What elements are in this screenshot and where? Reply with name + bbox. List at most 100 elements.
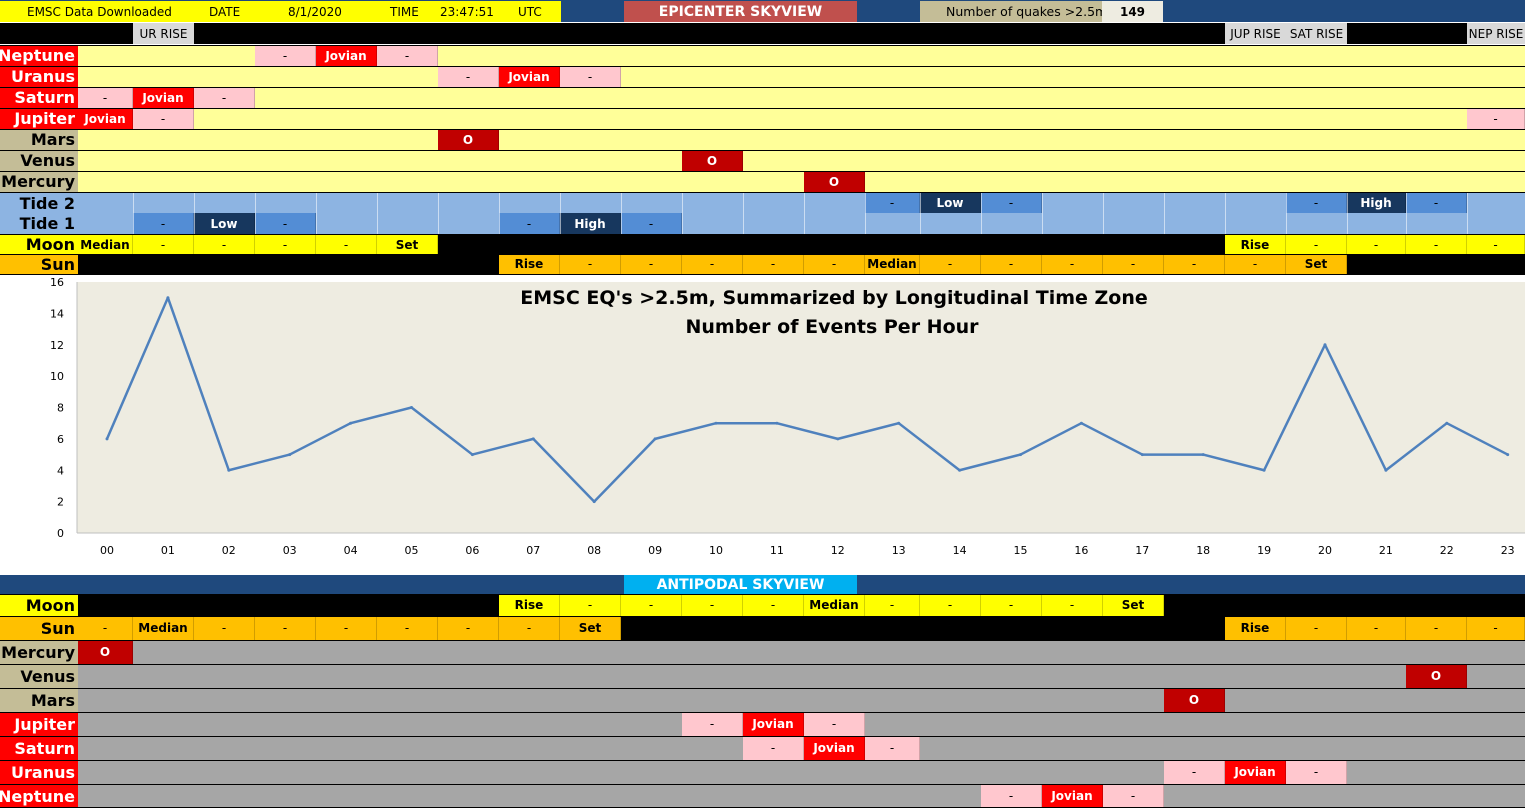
x-tick-label: 12 [831,544,845,557]
moon-cell: - [920,594,981,616]
y-tick-label: 8 [57,402,64,415]
tide-col-divider [804,193,805,234]
moon-cell: Rise [1225,235,1286,254]
x-tick-label: 13 [892,544,906,557]
hour-cell: - [377,45,438,66]
x-tick-label: 19 [1257,544,1271,557]
data-point [105,437,109,441]
x-tick-label: 01 [161,544,175,557]
sun-cell: - [1042,254,1103,274]
row-divider [0,254,1525,255]
moon-cell: - [1467,235,1525,254]
x-tick-label: 04 [344,544,358,557]
data-point [166,296,170,300]
sun-cell: Median [133,616,194,640]
quakes-label: Number of quakes >2.5m [946,4,1108,19]
tide-col-divider [255,193,256,234]
row-label: Saturn [0,736,78,760]
y-tick-label: 14 [50,307,64,320]
row-label: Venus [0,664,78,688]
data-point [288,453,292,457]
tide-cell: Low [194,213,255,234]
x-tick-label: 16 [1074,544,1088,557]
sun-cell: - [255,616,316,640]
data-point [1140,453,1144,457]
row-background [78,129,1525,150]
hour-cell: - [560,66,621,87]
tide-col-divider [316,193,317,234]
row-label: Uranus [0,760,78,784]
sun-cell: Set [560,616,621,640]
moon-cell: - [316,235,377,254]
sun-cell: Rise [499,254,560,274]
time-label: TIME [390,4,419,19]
tide-cell: High [560,213,621,234]
x-tick-label: 15 [1014,544,1028,557]
row-divider [0,234,1525,235]
tide-col-divider [1164,193,1165,234]
moon-cell: - [1347,235,1406,254]
row-label: Saturn [0,87,78,108]
row-label: Jupiter [0,108,78,129]
sun-cell: - [377,616,438,640]
sun-cell: - [316,616,377,640]
data-point [470,453,474,457]
hour-cell: - [133,108,194,129]
row-divider [0,66,1525,67]
x-tick-label: 20 [1318,544,1332,557]
data-point [958,468,962,472]
tide-col-divider [1347,193,1348,234]
data-point [653,437,657,441]
x-tick-label: 17 [1135,544,1149,557]
y-tick-label: 0 [57,527,64,540]
y-tick-label: 2 [57,496,64,509]
sun-cell: - [1347,616,1406,640]
moon-cell: - [682,594,743,616]
pink-cell: - [1103,784,1164,808]
moon-cell: - [981,594,1042,616]
moon-cell: - [560,594,621,616]
row-label: Venus [0,150,78,171]
sun-cell: - [1286,616,1347,640]
pink-cell: - [981,784,1042,808]
row-divider [0,594,1525,595]
sun-cell: - [78,616,133,640]
tide-col-divider [920,193,921,234]
tide-cell: - [865,193,920,213]
sun-cell: - [194,616,255,640]
rise-label: JUP RISE [1225,23,1286,44]
row-divider [0,640,1525,641]
date-value: 8/1/2020 [288,4,342,19]
data-point [1506,453,1510,457]
x-tick-label: 18 [1196,544,1210,557]
data-point [227,468,231,472]
jovian-cell: Jovian [743,712,804,736]
rise-label: SAT RISE [1286,23,1347,44]
moon-cell: - [621,594,682,616]
sun-cell: - [560,254,621,274]
moon-cell: Rise [499,594,560,616]
hour-cell: - [194,87,255,108]
conjunction-cell: O [1164,688,1225,712]
row-label: Mars [0,129,78,150]
row-label: Uranus [0,66,78,87]
hour-cell: - [438,66,499,87]
events-per-hour-chart: EMSC EQ's >2.5m, Summarized by Longitudi… [50,276,1525,557]
sun-cell: - [804,254,865,274]
x-tick-label: 21 [1379,544,1393,557]
pink-cell: - [743,736,804,760]
row-divider [0,129,1525,130]
x-tick-label: 23 [1501,544,1515,557]
pink-cell: - [682,712,743,736]
x-tick-label: 00 [100,544,114,557]
antipodal-title: ANTIPODAL SKYVIEW [656,576,825,593]
sun-cell: Median [865,254,920,274]
date-label: DATE [209,4,241,19]
sun-cell: - [1164,254,1225,274]
sun-cell: - [438,616,499,640]
tide-col-divider [133,193,134,234]
moon-cell: Median [804,594,865,616]
sun-cell: - [499,616,560,640]
jovian-cell: Jovian [804,736,865,760]
tide-col-divider [499,193,500,234]
